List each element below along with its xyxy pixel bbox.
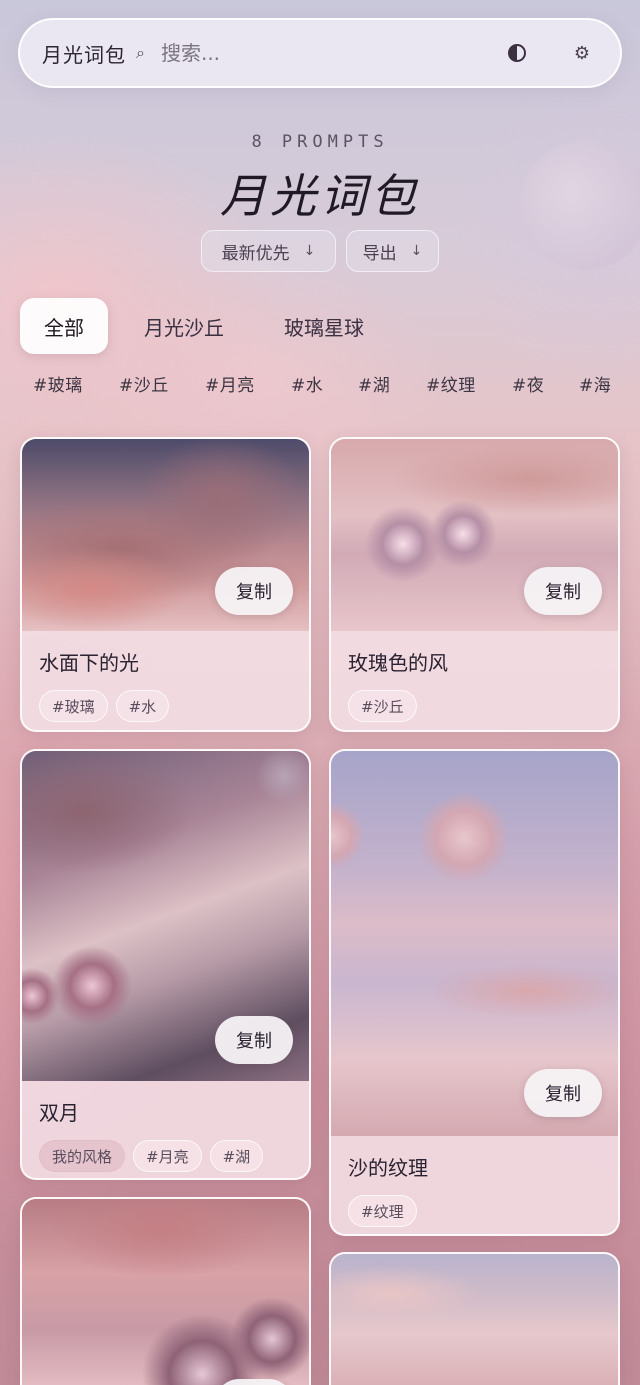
prompt-card[interactable] — [329, 1252, 620, 1385]
card-tag[interactable]: #水 — [115, 690, 170, 722]
card-tag[interactable]: #纹理 — [348, 1195, 417, 1227]
prompt-card[interactable]: 复制 沙的纹理 #纹理 — [329, 749, 620, 1236]
copy-button[interactable]: 复制 — [215, 567, 293, 615]
card-image: 复制 — [22, 1199, 309, 1385]
card-image: 复制 — [22, 439, 309, 631]
download-icon: ↓ — [410, 243, 423, 259]
card-image: 复制 — [22, 751, 309, 1081]
tag-filter-water[interactable]: #水 — [291, 371, 323, 396]
app-brand[interactable]: 月光词包 — [42, 39, 126, 68]
card-image: 复制 — [331, 439, 618, 631]
search-bar: 月光词包 ⌕ ⚙ — [18, 18, 622, 88]
contrast-icon[interactable] — [507, 44, 526, 62]
tag-filter-sea[interactable]: #海 — [579, 371, 611, 396]
card-tag[interactable]: #湖 — [209, 1140, 264, 1172]
sort-label: 最新优先 — [221, 243, 290, 264]
tag-filter-glass[interactable]: #玻璃 — [33, 371, 83, 396]
card-tags: #玻璃 #水 — [22, 676, 309, 722]
tag-filter-moon[interactable]: #月亮 — [205, 371, 255, 396]
card-title: 沙的纹理 — [348, 1156, 428, 1180]
tab-moonlight-dunes[interactable]: 月光沙丘 — [128, 298, 240, 354]
card-tag[interactable]: #月亮 — [133, 1140, 202, 1172]
prompt-card[interactable]: 复制 — [20, 1197, 311, 1385]
prompt-count: 8 PROMPTS — [251, 132, 389, 152]
tab-all[interactable]: 全部 — [20, 298, 108, 354]
prompt-card[interactable]: 复制 玫瑰色的风 #沙丘 — [329, 437, 620, 732]
gear-icon[interactable]: ⚙ — [574, 43, 590, 64]
card-image: 复制 — [331, 751, 618, 1136]
card-tag-style[interactable]: 我的风格 — [39, 1140, 126, 1172]
page-title: 月光词包 — [220, 169, 420, 223]
card-tag[interactable]: #沙丘 — [348, 690, 417, 722]
copy-button[interactable]: 复制 — [524, 567, 602, 615]
tab-glass-planet[interactable]: 玻璃星球 — [268, 298, 380, 354]
copy-button[interactable]: 复制 — [524, 1069, 602, 1117]
arrow-down-icon: ↓ — [303, 243, 316, 259]
copy-button[interactable]: 复制 — [215, 1379, 293, 1385]
card-tags: #纹理 — [331, 1181, 618, 1227]
sort-button[interactable]: 最新优先 ↓ — [201, 230, 336, 272]
card-tag[interactable]: #玻璃 — [39, 690, 108, 722]
card-title: 玫瑰色的风 — [348, 651, 448, 675]
prompt-card[interactable]: 复制 水面下的光 #玻璃 #水 — [20, 437, 311, 732]
prompt-card[interactable]: 复制 双月 我的风格 #月亮 #湖 — [20, 749, 311, 1180]
search-icon: ⌕ — [136, 43, 145, 62]
card-image — [331, 1254, 618, 1385]
tag-filter-texture[interactable]: #纹理 — [426, 371, 476, 396]
tag-filter-dunes[interactable]: #沙丘 — [119, 371, 169, 396]
tag-filter-night[interactable]: #夜 — [512, 371, 544, 396]
card-tags: #沙丘 — [331, 676, 618, 722]
export-button[interactable]: 导出 ↓ — [346, 230, 439, 272]
export-label: 导出 — [362, 243, 397, 264]
card-tags: 我的风格 #月亮 #湖 — [22, 1126, 309, 1172]
copy-button[interactable]: 复制 — [215, 1016, 293, 1064]
card-title: 水面下的光 — [39, 651, 139, 675]
search-input[interactable] — [160, 41, 508, 65]
card-title: 双月 — [39, 1101, 79, 1125]
tag-filter-lake[interactable]: #湖 — [358, 371, 390, 396]
